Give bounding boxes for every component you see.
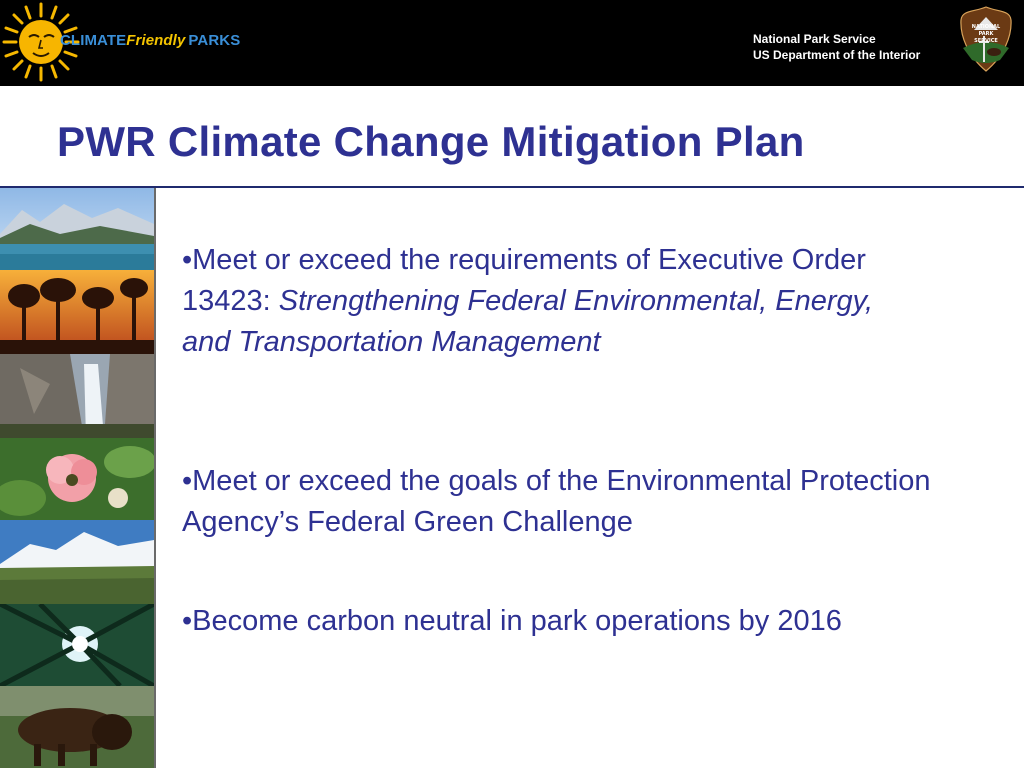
- brand-word-friendly: Friendly: [126, 32, 186, 49]
- bullet-item: •Meet or exceed the goals of the Environ…: [182, 465, 931, 538]
- badge-text-national: NATIONAL: [972, 24, 1001, 30]
- photo-poppy-flower: [0, 438, 154, 520]
- photo-sunset-forest: [0, 270, 154, 354]
- slide-title: PWR Climate Change Mitigation Plan: [57, 118, 805, 165]
- photo-snowy-mountain: [0, 520, 154, 604]
- brand-word-climate: CLIMATE: [60, 32, 127, 49]
- header-banner: CLIMATEFriendly PARKS National Park Servi…: [0, 0, 1024, 86]
- bullet-emphasis-text: Strengthening Federal Environmental, Ene…: [182, 285, 874, 358]
- photo-waterfall-cliffs: [0, 354, 154, 438]
- agency-block: National Park Service US Department of t…: [753, 31, 920, 63]
- photo-strip-border: [154, 188, 156, 768]
- department-name: US Department of the Interior: [753, 48, 921, 62]
- badge-text-service: SERVICE: [974, 38, 998, 44]
- arrowhead-emblem-icon: NATIONAL PARK SERVICE: [960, 6, 1012, 72]
- agency-name: National Park Service: [753, 32, 876, 46]
- brand-word-parks: PARKS: [188, 32, 241, 49]
- badge-text-park: PARK: [979, 31, 995, 37]
- photo-forest-canopy: [0, 604, 154, 686]
- photo-bison: [0, 686, 154, 768]
- climate-friendly-parks-logo-text: CLIMATEFriendly PARKS: [60, 32, 240, 49]
- photo-mountain-lake: [0, 188, 154, 270]
- photo-strip: [0, 188, 154, 768]
- bullet-item: •Become carbon neutral in park operation…: [182, 605, 842, 637]
- bullet-item: •Meet or exceed the requirements of Exec…: [182, 240, 902, 363]
